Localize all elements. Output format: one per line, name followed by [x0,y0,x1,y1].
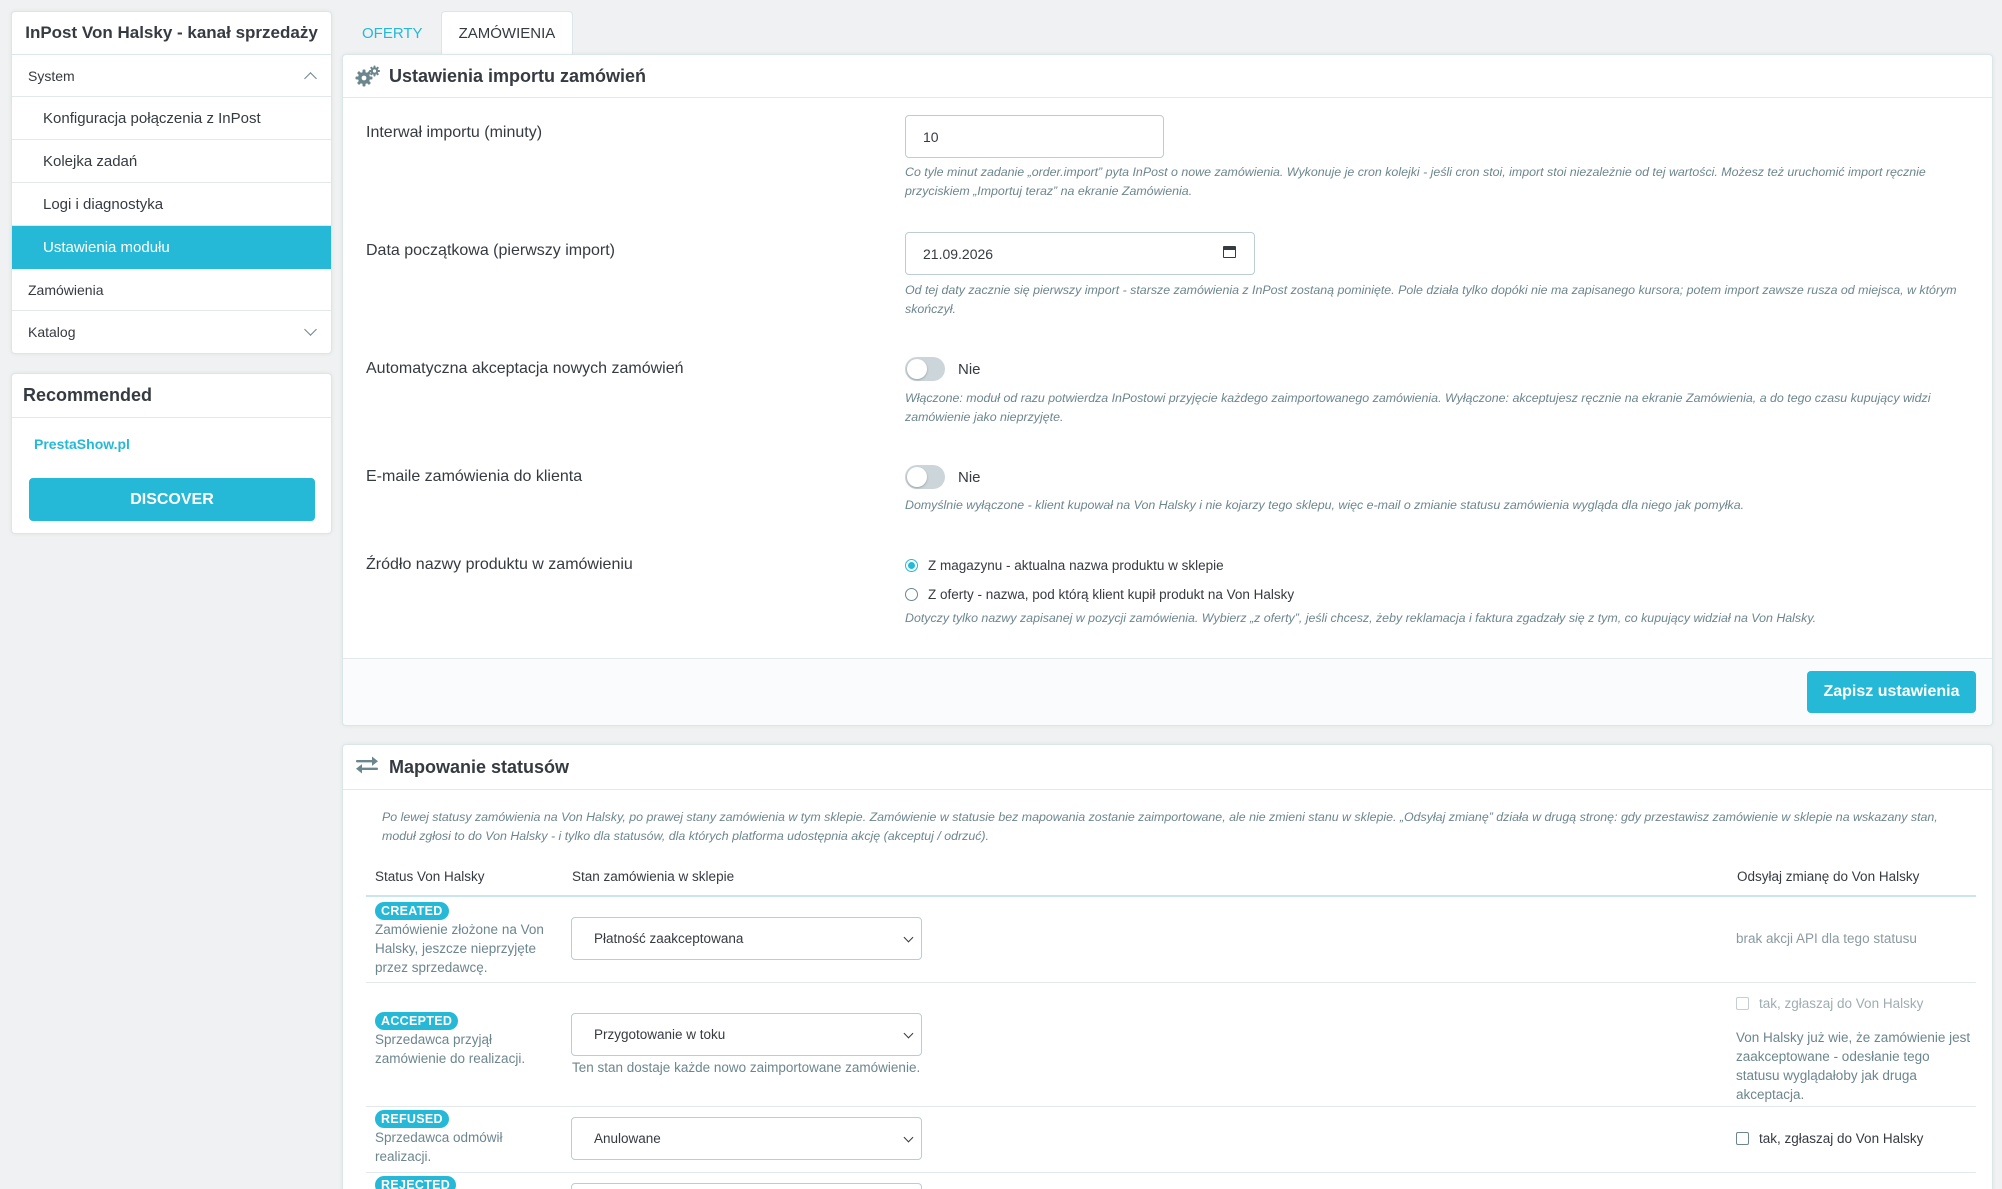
mapping-intro: Po lewej statusy zamówienia na Von Halsk… [382,810,1938,843]
status-badge: REJECTED [375,1176,457,1189]
auto-accept-label: Automatyczna akceptacja nowych zamówień [366,360,684,377]
auto-accept-help: Włączone: moduł od razu potwierdza InPos… [905,391,1931,424]
shop-state-select[interactable]: Przygotowanie w toku [571,1013,922,1056]
sidebar-title: InPost Von Halsky - kanał sprzedaży [12,12,331,55]
radio-label: Z oferty - nazwa, pod którą klient kupił… [928,587,1295,602]
table-row: CREATED Zamówienie złożone na Von Halsky… [366,897,1976,983]
sync-explanation: Von Halsky już wie, że zamówienie jest z… [1736,1030,1971,1102]
sync-checkbox[interactable]: tak, zgłaszaj do Von Halsky [1736,1131,1923,1146]
sidebar-item-module-settings[interactable]: Ustawienia modułu [12,226,331,269]
status-description: Zamówienie złożone na Von Halsky, jeszcz… [375,922,544,975]
panel-footer: Zapisz ustawienia [343,658,1992,725]
radio-option-warehouse[interactable]: Z magazynu - aktualna nazwa produktu w s… [905,551,1294,580]
chevron-down-icon [903,932,914,943]
interval-input[interactable]: 10 [905,115,1164,158]
status-description: Sprzedawca przyjął zamówienie do realiza… [375,1032,526,1066]
discover-button[interactable]: DISCOVER [29,478,315,521]
status-badge: ACCEPTED [375,1012,459,1030]
sidebar-item-logs[interactable]: Logi i diagnostyka [12,183,331,226]
prestashow-link[interactable]: PrestaShow.pl [12,418,331,470]
calendar-icon[interactable] [1223,246,1236,258]
chevron-down-icon [903,1028,914,1039]
column-header-shop-state: Stan zamówienia w sklepie [572,869,735,884]
tab-bar: OFERTY ZAMÓWIENIA [344,11,574,55]
sync-checkbox-disabled: tak, zgłaszaj do Von Halsky [1736,996,1923,1011]
sidebar-group-catalog[interactable]: Katalog [12,311,331,353]
save-settings-button[interactable]: Zapisz ustawienia [1807,671,1976,713]
start-date-label: Data początkowa (pierwszy import) [366,242,615,259]
chevron-down-icon [304,323,317,336]
status-mapping-panel: Mapowanie statusów Po lewej statusy zamó… [342,744,1993,1189]
table-row: ACCEPTED Sprzedawca przyjął zamówienie d… [366,983,1976,1107]
sidebar: InPost Von Halsky - kanał sprzedaży Syst… [11,11,332,534]
recommended-card: Recommended PrestaShow.pl DISCOVER [11,373,332,534]
name-source-label: Źródło nazwy produktu w zamówieniu [366,556,633,573]
select-value: Przygotowanie w toku [594,1027,726,1042]
sidebar-group-label: System [28,67,75,84]
exchange-icon [355,756,379,779]
checkbox [1736,997,1749,1010]
interval-help: Co tyle minut zadanie „order.import” pyt… [905,165,1926,198]
column-header-status: Status Von Halsky [375,869,485,884]
table-row: REJECTED [366,1173,1976,1189]
sync-na-text: brak akcji API dla tego statusu [1736,931,1917,946]
chevron-up-icon [304,71,317,85]
sidebar-group-label: Zamówienia [28,281,104,298]
sidebar-group-system[interactable]: System [12,55,331,97]
name-source-radio-group: Z magazynu - aktualna nazwa produktu w s… [905,551,1294,609]
tab-orders[interactable]: ZAMÓWIENIA [440,11,574,55]
column-header-sync: Odsyłaj zmianę do Von Halsky [1737,869,1920,884]
status-badge: REFUSED [375,1110,449,1128]
shop-state-select[interactable] [571,1183,922,1189]
checkbox-label: tak, zgłaszaj do Von Halsky [1759,996,1924,1011]
start-date-help: Od tej daty zacznie się pierwszy import … [905,283,1957,316]
sidebar-group-orders[interactable]: Zamówienia [12,269,331,311]
sidebar-item-connection[interactable]: Konfiguracja połączenia z InPost [12,97,331,140]
toggle-knob [907,359,927,379]
checkbox-label: tak, zgłaszaj do Von Halsky [1759,1131,1924,1146]
toggle-track[interactable] [905,465,945,489]
auto-accept-switch[interactable]: Nie [905,357,981,381]
sidebar-group-label: Katalog [28,324,76,340]
state-note: Ten stan dostaje każde nowo zaimportowan… [572,1060,921,1075]
chevron-down-icon [903,1132,914,1143]
table-row: REFUSED Sprzedawca odmówił realizacji. A… [366,1107,1976,1173]
auto-accept-state: Nie [958,360,981,378]
toggle-knob [907,467,927,487]
shop-state-select[interactable]: Płatność zaakceptowana [571,917,922,960]
panel-title: Ustawienia importu zamówień [389,65,647,86]
emails-switch[interactable]: Nie [905,465,981,489]
checkbox[interactable] [1736,1132,1749,1145]
gears-icon [355,65,380,87]
panel-header: Ustawienia importu zamówień [343,55,1992,98]
emails-help: Domyślnie wyłączone - klient kupował na … [905,498,1745,512]
radio-label: Z magazynu - aktualna nazwa produktu w s… [928,558,1224,573]
status-badge: CREATED [375,902,449,920]
recommended-title: Recommended [12,374,331,418]
interval-label: Interwał importu (minuty) [366,124,543,141]
toggle-track[interactable] [905,357,945,381]
panel-title: Mapowanie statusów [389,756,570,777]
select-value: Płatność zaakceptowana [594,931,744,946]
emails-label: E-maile zamówienia do klienta [366,468,583,485]
sidebar-menu-card: InPost Von Halsky - kanał sprzedaży Syst… [11,11,332,354]
tab-offers[interactable]: OFERTY [344,11,441,55]
start-date-input[interactable]: 21.09.2026 [905,232,1255,275]
shop-state-select[interactable]: Anulowane [571,1117,922,1160]
status-description: Sprzedawca odmówił realizacji. [375,1130,503,1164]
sidebar-item-queue[interactable]: Kolejka zadań [12,140,331,183]
start-date-value: 21.09.2026 [923,245,994,262]
radio-option-offer[interactable]: Z oferty - nazwa, pod którą klient kupił… [905,580,1294,609]
radio-button[interactable] [905,588,918,601]
panel-header: Mapowanie statusów [343,745,1992,790]
radio-button[interactable] [905,559,918,572]
import-settings-panel: Ustawienia importu zamówień Interwał imp… [342,54,1993,726]
emails-state: Nie [958,468,981,486]
name-source-help: Dotyczy tylko nazwy zapisanej w pozycji … [905,611,1817,625]
select-value: Anulowane [594,1131,661,1146]
